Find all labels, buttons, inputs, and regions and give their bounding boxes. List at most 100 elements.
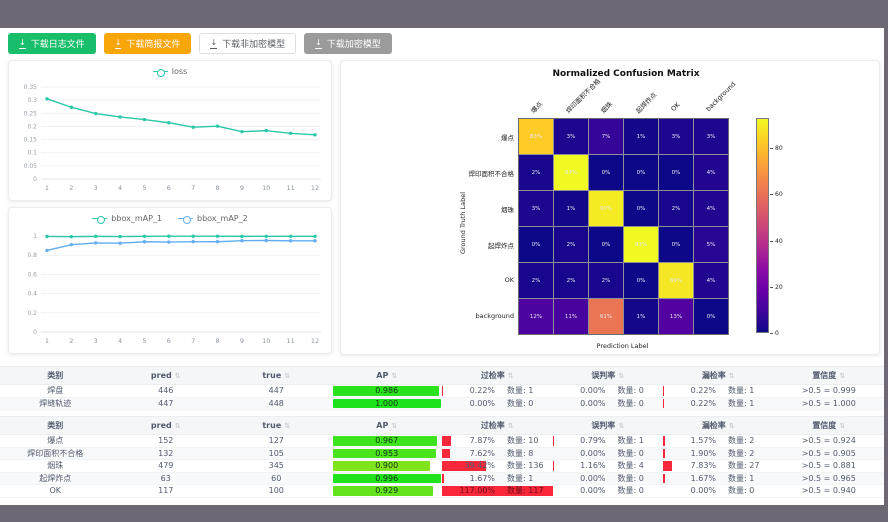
matrix-row-label: 焊印面积不合格 — [341, 168, 514, 178]
matrix-row-label: 爆点 — [341, 132, 514, 142]
download-log-file-button[interactable]: ↓下载日志文件 — [8, 33, 96, 54]
ap-value: 0.929 — [375, 486, 398, 495]
matrix-cell: 0% — [624, 155, 658, 190]
svg-text:0.2: 0.2 — [27, 123, 37, 130]
column-header-6[interactable]: 漏检率⇅ — [663, 367, 774, 384]
confidence-value: >0.5 = 0.924 — [802, 436, 856, 445]
legend-marker-icon — [153, 69, 168, 75]
svg-text:10: 10 — [262, 184, 270, 192]
column-header-5[interactable]: 误判率⇅ — [553, 417, 664, 434]
rate-cell-2: 1.57%数量: 2 — [663, 435, 774, 447]
matrix-cell: 93% — [624, 227, 658, 262]
download-unencrypted-model-button[interactable]: ↓下载非加密模型 — [199, 33, 296, 54]
matrix-cell: 0% — [624, 191, 658, 226]
ap-value: 0.967 — [375, 436, 398, 445]
column-header-label: 置信度 — [812, 370, 836, 381]
pred-cell: 63 — [111, 473, 222, 485]
column-header-5[interactable]: 误判率⇅ — [553, 367, 664, 384]
matrix-col-label: 烟珠 — [598, 99, 614, 115]
legend-item-bbox_mAP_2[interactable]: bbox_mAP_2 — [178, 214, 248, 223]
sort-icon[interactable]: ⇅ — [839, 422, 845, 430]
column-header-label: 误判率 — [591, 420, 615, 431]
sort-icon[interactable]: ⇅ — [618, 422, 624, 430]
matrix-cell: 4% — [694, 263, 728, 298]
matrix-cell: 89% — [659, 263, 693, 298]
column-header-2[interactable]: true⇅ — [221, 417, 332, 434]
matrix-cell: 3% — [659, 119, 693, 154]
colorbar — [756, 118, 769, 333]
true-cell: 105 — [221, 448, 332, 460]
sort-icon[interactable]: ⇅ — [618, 372, 624, 380]
colorbar-tick-label: 40 — [775, 238, 783, 245]
rate-cell-1: 1.16%数量: 4 — [553, 460, 664, 472]
svg-text:0.3: 0.3 — [27, 97, 37, 104]
svg-text:0: 0 — [33, 329, 37, 336]
download-icon: ↓ — [115, 39, 122, 49]
column-header-3[interactable]: AP⇅ — [332, 417, 443, 434]
ap-cell: 0.996 — [332, 473, 443, 485]
rate-percent: 1.67% — [670, 474, 716, 483]
sort-icon[interactable]: ⇅ — [839, 372, 845, 380]
svg-text:12: 12 — [311, 337, 319, 345]
rate-percent: 0.00% — [559, 386, 605, 395]
matrix-cell: 13% — [659, 299, 693, 334]
colorbar-tick — [770, 148, 773, 149]
table-row: 焊缝轨迹4474481.0000.00%数量: 00.00%数量: 00.22%… — [0, 398, 884, 411]
column-header-label: 过检率 — [481, 420, 505, 431]
svg-text:0.4: 0.4 — [27, 291, 37, 298]
download-report-file-button[interactable]: ↓下载简报文件 — [104, 33, 192, 54]
column-header-2[interactable]: true⇅ — [221, 367, 332, 384]
pred-cell: 479 — [111, 460, 222, 472]
column-header-4[interactable]: 过检率⇅ — [442, 417, 553, 434]
sort-icon[interactable]: ⇅ — [729, 422, 735, 430]
pred-cell: 117 — [111, 485, 222, 497]
svg-text:9: 9 — [240, 184, 244, 192]
rate-count: 数量: 0 — [716, 485, 767, 496]
table-row: 起焊炸点63600.9961.67%数量: 10.00%数量: 01.67%数量… — [0, 473, 884, 486]
column-header-1[interactable]: pred⇅ — [111, 367, 222, 384]
column-header-1[interactable]: pred⇅ — [111, 417, 222, 434]
matrix-cell: 12% — [519, 299, 553, 334]
column-header-0: 类别 — [0, 367, 111, 384]
column-header-label: pred — [151, 421, 172, 430]
sort-icon[interactable]: ⇅ — [284, 372, 290, 380]
ap-cell: 0.967 — [332, 435, 443, 447]
sort-icon[interactable]: ⇅ — [508, 372, 514, 380]
column-header-label: 漏检率 — [702, 420, 726, 431]
sort-icon[interactable]: ⇅ — [729, 372, 735, 380]
column-header-4[interactable]: 过检率⇅ — [442, 367, 553, 384]
metrics-table-1: 类别pred⇅true⇅AP⇅过检率⇅误判率⇅漏检率⇅置信度⇅焊盘4464470… — [0, 366, 884, 410]
svg-text:7: 7 — [191, 337, 195, 345]
column-header-7[interactable]: 置信度⇅ — [774, 367, 885, 384]
sort-icon[interactable]: ⇅ — [391, 422, 397, 430]
sort-icon[interactable]: ⇅ — [175, 372, 181, 380]
rate-percent: 0.22% — [670, 399, 716, 408]
sort-icon[interactable]: ⇅ — [284, 422, 290, 430]
svg-text:8: 8 — [215, 184, 219, 192]
download-icon: ↓ — [210, 39, 217, 49]
column-header-label: true — [262, 371, 281, 380]
rate-cell-1: 0.00%数量: 0 — [553, 473, 664, 485]
colorbar-tick — [770, 333, 773, 334]
colorbar-tick-label: 20 — [775, 284, 783, 291]
rate-bar — [442, 386, 443, 396]
svg-text:0.6: 0.6 — [27, 271, 37, 278]
matrix-cell: 2% — [554, 263, 588, 298]
ap-cell: 1.000 — [332, 398, 443, 410]
sort-icon[interactable]: ⇅ — [508, 422, 514, 430]
column-header-6[interactable]: 漏检率⇅ — [663, 417, 774, 434]
matrix-cell: 4% — [694, 155, 728, 190]
rate-percent: 39.42% — [449, 461, 495, 470]
legend-item-loss[interactable]: loss — [153, 67, 187, 76]
rate-cell-2: 0.00%数量: 0 — [663, 485, 774, 497]
legend-item-bbox_mAP_1[interactable]: bbox_mAP_1 — [92, 214, 162, 223]
download-encrypted-model-button[interactable]: ↓下载加密模型 — [304, 33, 392, 54]
confidence-cell: >0.5 = 0.940 — [774, 485, 885, 497]
column-header-7[interactable]: 置信度⇅ — [774, 417, 885, 434]
svg-text:1: 1 — [33, 233, 37, 240]
sort-icon[interactable]: ⇅ — [175, 422, 181, 430]
matrix-cell: 2% — [554, 227, 588, 262]
column-header-3[interactable]: AP⇅ — [332, 367, 443, 384]
sort-icon[interactable]: ⇅ — [391, 372, 397, 380]
rate-count: 数量: 2 — [716, 448, 767, 459]
